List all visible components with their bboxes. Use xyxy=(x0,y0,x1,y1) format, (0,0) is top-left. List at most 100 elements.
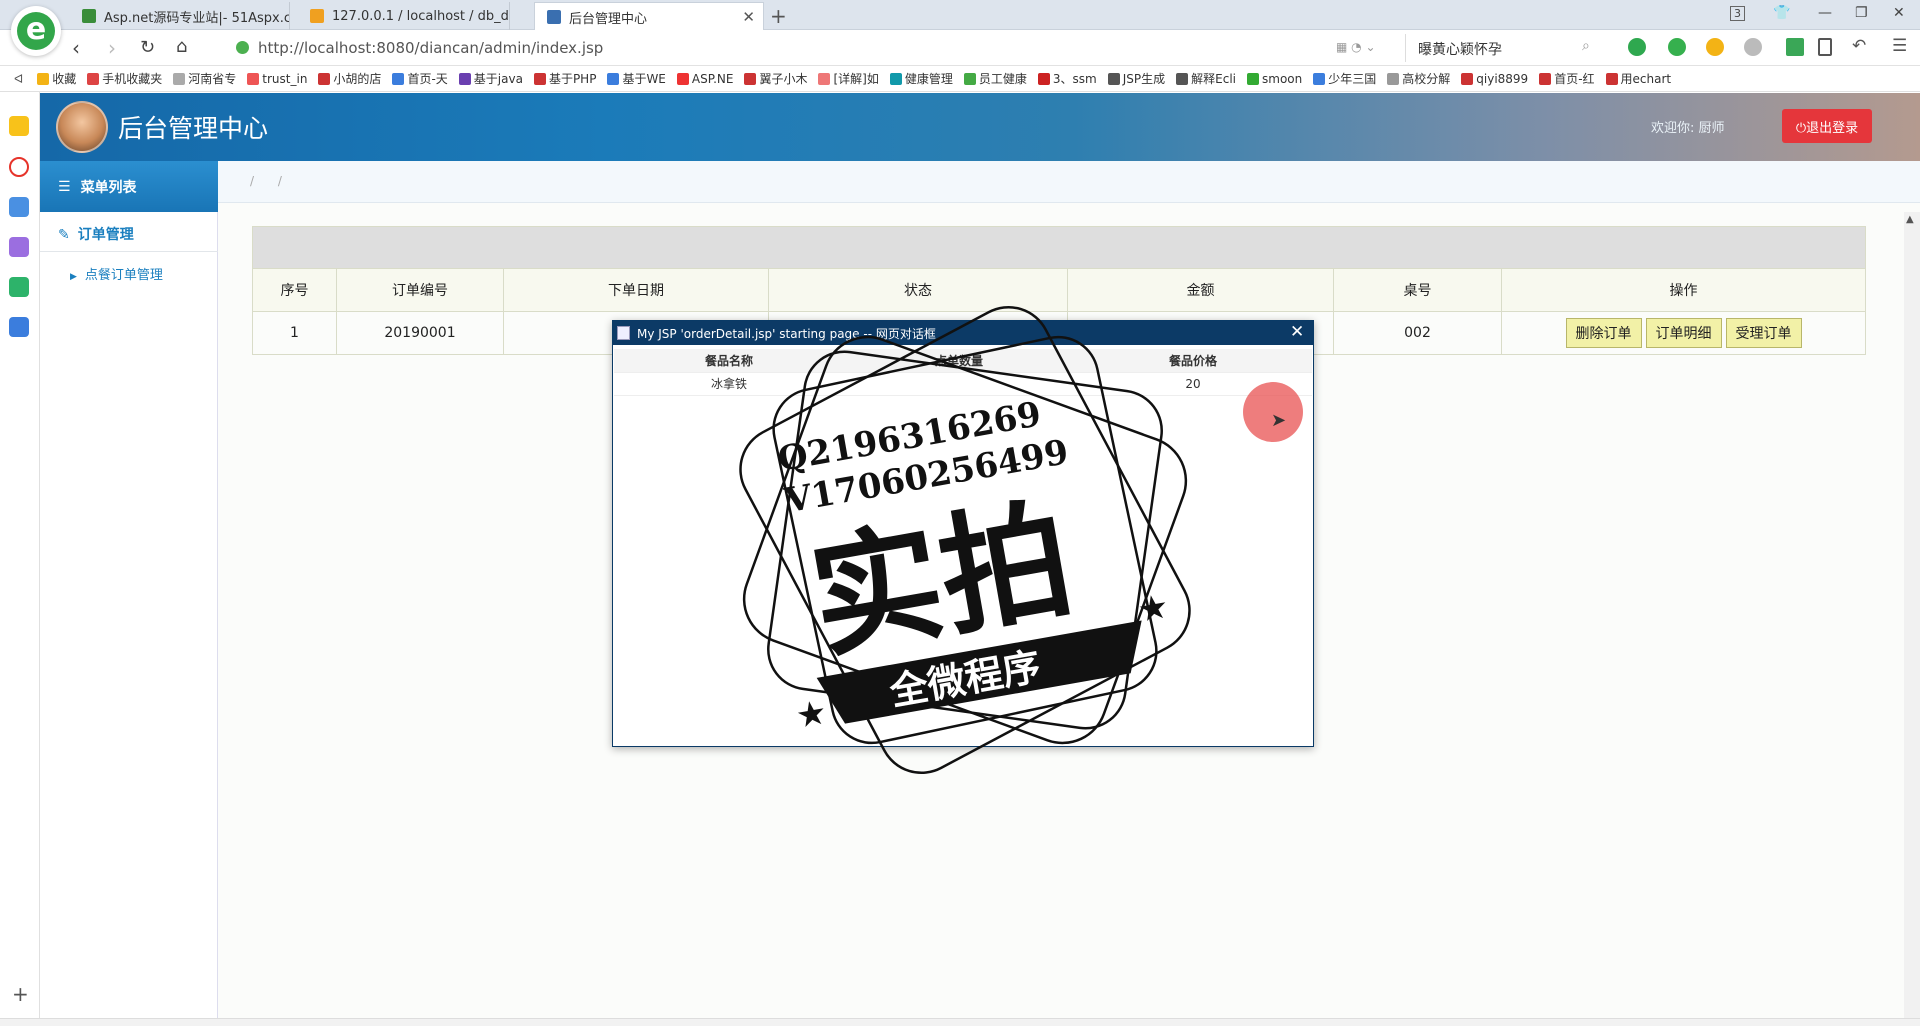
bookmark-item[interactable]: smoon xyxy=(1247,72,1302,86)
bookmark-icon xyxy=(676,72,689,85)
bookmark-icon xyxy=(1247,72,1259,85)
bookmark-label: 手机收藏夹 xyxy=(102,72,163,86)
bookmark-item[interactable]: 河南省专 xyxy=(173,70,236,87)
back-icon[interactable]: ‹ xyxy=(72,36,80,60)
tab-count-badge[interactable]: 3 xyxy=(1730,6,1745,21)
bookmark-item[interactable]: 首页-红 xyxy=(1539,70,1595,87)
bookmark-icon xyxy=(1387,72,1400,85)
scissors-icon[interactable] xyxy=(1628,38,1646,56)
tab-title: 后台管理中心 xyxy=(569,11,648,27)
undo-icon[interactable]: ↶ xyxy=(1852,36,1866,56)
bookmark-item[interactable]: 3、ssm xyxy=(1037,70,1097,87)
minimize-icon[interactable]: — xyxy=(1818,5,1832,21)
bookmark-label: trust_in xyxy=(262,71,308,86)
bookmark-icon xyxy=(533,72,546,85)
weibo-icon[interactable] xyxy=(9,157,29,177)
bookmark-label: 收藏 xyxy=(52,72,77,86)
bookmark-item[interactable]: ASP.NE xyxy=(676,72,733,86)
tab-favicon-icon xyxy=(310,9,324,23)
bookmark-item[interactable]: 首页-天 xyxy=(392,70,448,87)
star-icon: ★ xyxy=(1137,589,1170,628)
bookmark-item[interactable]: 小胡的店 xyxy=(318,70,381,87)
emoji-icon[interactable] xyxy=(1744,38,1762,56)
dialog-close-icon[interactable]: ✕ xyxy=(1290,322,1304,342)
bookmark-item[interactable]: qiyi8899 xyxy=(1461,72,1528,86)
close-window-icon[interactable]: ✕ xyxy=(1893,5,1905,21)
bookmark-item[interactable]: 收藏 xyxy=(37,70,76,87)
bookmark-item[interactable]: [详解]如 xyxy=(818,70,879,87)
edit-icon: ✎ xyxy=(58,227,70,243)
bookmark-item[interactable]: 高校分解 xyxy=(1387,70,1450,87)
bookmark-item[interactable]: trust_in xyxy=(247,72,307,86)
search-input[interactable]: 曝黄心颖怀孕 xyxy=(1418,39,1502,59)
document-icon[interactable] xyxy=(9,317,29,337)
sidebar-toggle-icon[interactable]: ᐊ xyxy=(14,72,23,86)
bookmark-item[interactable]: 手机收藏夹 xyxy=(87,70,162,87)
accept-order-button[interactable]: 受理订单 xyxy=(1725,318,1802,348)
search-icon[interactable]: ⌕ xyxy=(1582,38,1590,54)
bookmark-item[interactable]: 员工健康 xyxy=(963,70,1027,87)
bookmark-item[interactable]: 解释Ecli xyxy=(1176,70,1236,87)
favorites-icon[interactable] xyxy=(9,116,29,136)
apps-icon[interactable] xyxy=(1786,38,1804,56)
video-icon[interactable] xyxy=(9,277,29,297)
bookmark-label: [详解]如 xyxy=(833,72,879,86)
add-icon[interactable]: + xyxy=(12,982,29,1006)
bookmark-label: smoon xyxy=(1262,71,1303,86)
url-path: :8080/diancan/admin/index.jsp xyxy=(371,39,604,57)
sidebar-item-order-manage[interactable]: ▶ 点餐订单管理 xyxy=(70,264,163,283)
bookmark-item[interactable]: 用echart xyxy=(1605,70,1672,87)
bookmark-item[interactable]: 翼子小木 xyxy=(744,70,807,87)
column-header: 操作 xyxy=(1501,268,1866,312)
order-detail-button[interactable]: 订单明细 xyxy=(1645,318,1722,348)
shirt-icon[interactable]: 👕 xyxy=(1773,5,1790,21)
bookmark-label: 首页-天 xyxy=(407,72,448,86)
shield-icon[interactable] xyxy=(1706,38,1724,56)
bookmark-icon xyxy=(458,72,471,85)
scroll-up-icon[interactable]: ▲ xyxy=(1906,214,1914,225)
phone-icon[interactable] xyxy=(1818,38,1832,56)
bookmark-item[interactable]: 健康管理 xyxy=(889,70,953,87)
bookmark-icon xyxy=(1107,72,1120,85)
menu-icon[interactable]: ☰ xyxy=(1892,36,1907,56)
restore-icon[interactable]: ❐ xyxy=(1855,5,1868,21)
app-header xyxy=(40,93,1920,161)
column-header: 桌号 xyxy=(1333,268,1502,312)
browser-sidebar-rail xyxy=(0,92,40,1018)
bookmark-item[interactable]: 基于WE xyxy=(607,70,666,87)
bookmark-item[interactable]: 少年三国 xyxy=(1313,70,1376,87)
bookmark-label: 用echart xyxy=(1620,72,1672,86)
extension-icon[interactable] xyxy=(1668,38,1686,56)
browser-logo-icon[interactable]: e xyxy=(11,6,61,56)
url-text[interactable]: http://localhost:8080/diancan/admin/inde… xyxy=(258,39,603,57)
caret-right-icon: ▶ xyxy=(70,272,77,282)
scrollbar[interactable] xyxy=(1904,212,1920,1018)
reload-icon[interactable]: ↻ xyxy=(140,37,155,58)
sidebar-divider xyxy=(40,251,218,252)
orders-panel-header xyxy=(253,227,1865,268)
page-icon xyxy=(617,326,630,340)
menu-title: 菜单列表 xyxy=(80,179,137,196)
browser-tab-51aspx[interactable]: Asp.net源码专业站|- 51Aspx.co xyxy=(70,2,290,30)
bookmark-item[interactable]: JSP生成 xyxy=(1107,70,1165,87)
home-icon[interactable]: ⌂ xyxy=(176,36,187,57)
bookmark-label: 基于java xyxy=(473,72,523,86)
bookmark-item[interactable]: 基于java xyxy=(458,70,523,87)
bookmark-icon xyxy=(37,72,50,85)
close-tab-icon[interactable]: ✕ xyxy=(742,8,755,26)
mail-icon[interactable] xyxy=(9,197,29,217)
browser-tab-phpmyadmin[interactable]: 127.0.0.1 / localhost / db_dian xyxy=(298,2,510,30)
logout-button[interactable]: ⏻退出登录 xyxy=(1782,109,1872,143)
browser-tab-admin[interactable]: 后台管理中心 ✕ xyxy=(534,2,764,31)
new-tab-icon[interactable]: + xyxy=(770,4,787,28)
column-header: 订单编号 xyxy=(336,268,504,312)
forward-icon[interactable]: › xyxy=(108,36,116,60)
qr-icon[interactable]: ▦ ◔ ⌄ xyxy=(1336,40,1376,54)
comic-icon[interactable] xyxy=(9,237,29,257)
bookmark-item[interactable]: 基于PHP xyxy=(533,70,596,87)
delete-order-button[interactable]: 删除订单 xyxy=(1565,318,1642,348)
sidebar-group-orders[interactable]: ✎ 订单管理 xyxy=(58,224,134,244)
bookmark-icon xyxy=(889,72,902,85)
sidebar xyxy=(40,161,218,1018)
bookmark-label: 翼子小木 xyxy=(759,72,808,86)
